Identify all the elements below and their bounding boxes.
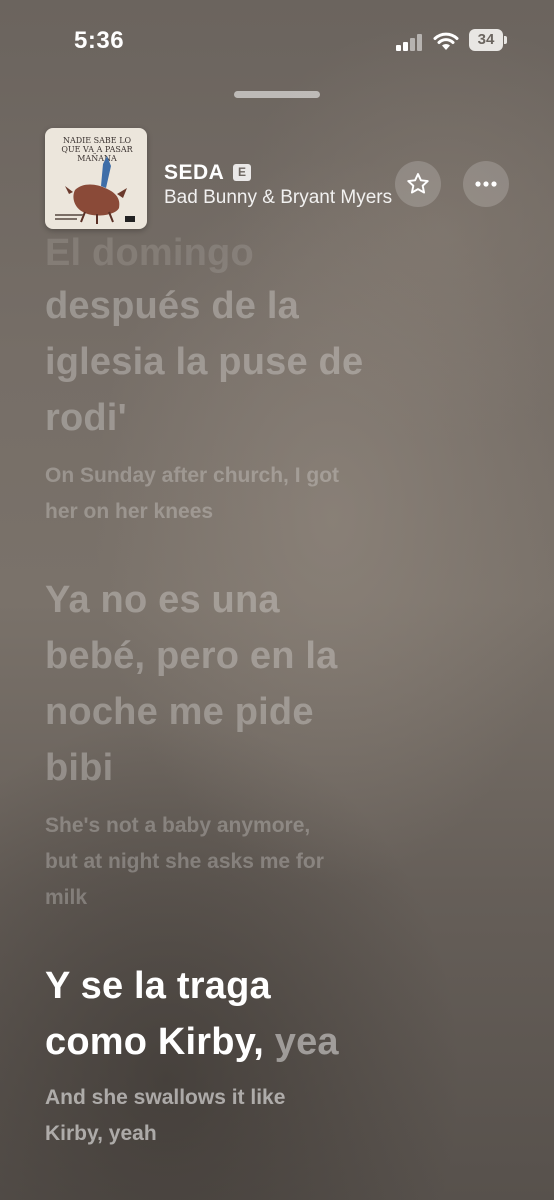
- active-lyric-line[interactable]: Y se la traga: [45, 958, 435, 1014]
- lyric-translation: but at night she asks me for: [45, 850, 324, 873]
- lyric-translation: Kirby, yeah: [45, 1122, 157, 1145]
- lyric-verse-active[interactable]: Y se la traga como Kirby, yea And she sw…: [45, 958, 435, 1152]
- lyric-line[interactable]: iglesia la puse de: [45, 334, 435, 390]
- wifi-icon: [433, 32, 459, 50]
- sheet-grabber[interactable]: [234, 91, 320, 98]
- ellipsis-icon: [475, 181, 497, 187]
- lyric-translation: On Sunday after church, I got: [45, 464, 340, 487]
- lyric-verse-1[interactable]: El domingo después de la iglesia la puse…: [45, 228, 435, 530]
- lyric-line[interactable]: bibi: [45, 740, 435, 796]
- lyric-line[interactable]: noche me pide: [45, 684, 435, 740]
- lyric-line[interactable]: El domingo: [45, 228, 435, 278]
- battery-icon: 34: [469, 29, 507, 51]
- lyric-translation: milk: [45, 886, 88, 909]
- lyric-translation: her on her knees: [45, 500, 214, 523]
- lyric-translation: She's not a baby anymore,: [45, 814, 311, 837]
- artist-name[interactable]: Bad Bunny & Bryant Myers: [164, 187, 392, 213]
- active-lyric-upcoming: yea: [274, 1021, 339, 1063]
- more-options-button[interactable]: [463, 161, 509, 207]
- status-time: 5:36: [74, 27, 125, 54]
- active-lyric-line[interactable]: como Kirby, yea: [45, 1014, 435, 1070]
- explicit-badge: E: [233, 164, 251, 181]
- battery-level: 34: [469, 29, 503, 51]
- star-icon: [407, 173, 429, 194]
- lyric-line[interactable]: Ya no es una: [45, 572, 435, 628]
- lyric-line[interactable]: después de la: [45, 278, 435, 334]
- active-lyric-sung: como Kirby,: [45, 1021, 264, 1063]
- favorite-button[interactable]: [395, 161, 441, 207]
- cellular-signal-icon: [396, 33, 426, 51]
- song-title: SEDA: [164, 161, 225, 184]
- lyric-verse-2[interactable]: Ya no es una bebé, pero en la noche me p…: [45, 572, 435, 916]
- status-bar: 5:36 34: [0, 0, 554, 90]
- album-art-illustration: [55, 156, 135, 224]
- lyric-translation: And she swallows it like: [45, 1086, 286, 1109]
- now-playing-header: Nadie sabe lo que va a pasar mañana SEDA…: [0, 128, 554, 233]
- lyrics-view[interactable]: El domingo después de la iglesia la puse…: [45, 228, 435, 1152]
- album-artwork[interactable]: Nadie sabe lo que va a pasar mañana: [45, 128, 147, 229]
- lyric-line[interactable]: bebé, pero en la: [45, 628, 435, 684]
- lyric-line[interactable]: rodi': [45, 390, 435, 446]
